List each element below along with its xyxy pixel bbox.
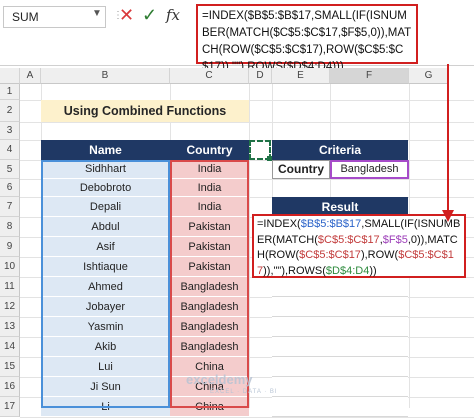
row-header-12[interactable]: 12	[0, 297, 20, 317]
name-column-header: Name	[41, 140, 170, 160]
country-range-highlight	[170, 160, 249, 408]
watermark-logo: exceldemy	[186, 372, 253, 387]
formula-token: ),ROW(	[360, 249, 399, 261]
name-range-highlight	[41, 160, 170, 408]
row-header-17[interactable]: 17	[0, 397, 20, 417]
row-header-10[interactable]: 10	[0, 257, 20, 277]
formula-token: $C$5:$C$17	[317, 233, 380, 246]
row-header-7[interactable]: 7	[0, 197, 20, 217]
check-icon[interactable]: ✓	[142, 5, 157, 26]
column-header-a[interactable]: A	[20, 68, 41, 84]
formula-token: ))	[369, 264, 377, 277]
row-header-4[interactable]: 4	[0, 140, 20, 160]
row-header-2[interactable]: 2	[0, 100, 20, 122]
formula-input[interactable]: =INDEX($B$5:$B$17,SMALL(IF(ISNUMBER(MATC…	[196, 4, 418, 73]
sheet-title: Using Combined Functions	[41, 100, 249, 122]
column-header-b[interactable]: B	[41, 68, 170, 84]
row-header-5[interactable]: 5	[0, 160, 20, 179]
column-header-e[interactable]: E	[272, 68, 330, 84]
result-cell[interactable]	[272, 397, 408, 417]
formula-token: $B$5:$B$17	[300, 218, 362, 230]
cell-formula-editor[interactable]: =INDEX($B$5:$B$17,SMALL(IF(ISNUMBER(MATC…	[252, 214, 466, 278]
formula-token: )),""),ROWS(	[263, 264, 326, 277]
row-header-8[interactable]: 8	[0, 217, 20, 237]
row-header-15[interactable]: 15	[0, 357, 20, 377]
chevron-down-icon[interactable]: ▼	[92, 8, 102, 19]
row-header-3[interactable]: 3	[0, 122, 20, 140]
column-header-c[interactable]: C	[170, 68, 249, 84]
cancel-icon[interactable]: ✕	[119, 5, 134, 26]
watermark-tagline: EXCEL · DATA · BI	[210, 389, 278, 395]
row-header-16[interactable]: 16	[0, 377, 20, 397]
row-header-9[interactable]: 9	[0, 237, 20, 257]
gridline	[20, 122, 474, 123]
row-header-14[interactable]: 14	[0, 337, 20, 357]
gridline	[249, 84, 250, 408]
criteria-label: Country	[272, 160, 330, 179]
formula-token: $F$5	[382, 233, 408, 246]
criteria-header: Criteria	[272, 140, 408, 160]
result-cell[interactable]	[272, 297, 408, 317]
result-cell[interactable]	[272, 277, 408, 297]
row-header-13[interactable]: 13	[0, 317, 20, 337]
name-box[interactable]: SUM	[3, 6, 106, 28]
select-all-corner[interactable]	[0, 68, 20, 84]
formula-token: =INDEX(	[257, 218, 301, 230]
row-header-11[interactable]: 11	[0, 277, 20, 297]
arrow-icon	[442, 64, 454, 222]
result-cell[interactable]	[272, 337, 408, 357]
row-header-6[interactable]: 6	[0, 179, 20, 197]
function-icon[interactable]: fx	[166, 6, 180, 24]
formula-token: $D$4:D4	[325, 264, 370, 277]
country-column-header: Country	[170, 140, 249, 160]
criteria-value-cell[interactable]: Bangladesh	[330, 160, 409, 179]
drag-handle-icon[interactable]: ⋮	[113, 10, 123, 24]
column-header-f[interactable]: F	[330, 68, 409, 84]
formula-token: $C$5:$C$17	[299, 249, 361, 261]
result-cell[interactable]	[272, 317, 408, 337]
column-header-d[interactable]: D	[249, 68, 272, 84]
row-header-1[interactable]: 1	[0, 84, 20, 100]
